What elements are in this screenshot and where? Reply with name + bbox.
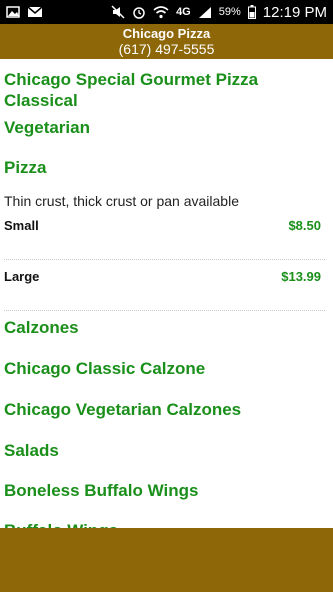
wifi-icon bbox=[153, 5, 169, 19]
battery-percent: 59% bbox=[218, 6, 241, 18]
category-buffalo-wings[interactable]: Buffalo Wings bbox=[0, 520, 333, 528]
pizza-description: Thin crust, thick crust or pan available bbox=[4, 193, 239, 209]
price-value: $13.99 bbox=[281, 268, 321, 284]
mail-icon bbox=[27, 6, 43, 18]
category-boneless-buffalo-wings[interactable]: Boneless Buffalo Wings bbox=[0, 480, 333, 501]
size-label: Small bbox=[4, 217, 39, 233]
phone-number[interactable]: (617) 497-5555 bbox=[0, 41, 333, 58]
category-salads[interactable]: Salads bbox=[0, 440, 333, 461]
clock: 12:19 PM bbox=[262, 3, 327, 21]
picture-icon bbox=[6, 6, 20, 18]
restaurant-name: Chicago Pizza bbox=[122, 26, 211, 41]
category-gourmet-pizza[interactable]: Chicago Special Gourmet Pizza Classical bbox=[0, 69, 333, 111]
size-label: Large bbox=[4, 268, 40, 284]
mute-icon bbox=[111, 5, 125, 19]
status-bar: 4G 59% 12:19 PM bbox=[0, 0, 333, 24]
category-vegetarian[interactable]: Vegetarian bbox=[0, 117, 333, 138]
category-calzones[interactable]: Calzones bbox=[0, 317, 333, 338]
category-gourmet-pizza-line1: Chicago Special Gourmet Pizza bbox=[4, 70, 259, 89]
price-row-large[interactable]: Large $13.99 bbox=[4, 267, 321, 285]
system-status-icons: 4G 59% 12:19 PM bbox=[111, 4, 327, 21]
divider bbox=[4, 310, 325, 311]
network-type: 4G bbox=[176, 6, 191, 18]
divider bbox=[4, 259, 325, 260]
menu-content[interactable]: Chicago Special Gourmet Pizza Classical … bbox=[0, 59, 333, 528]
notification-icons bbox=[6, 6, 43, 18]
price-value: $8.50 bbox=[288, 217, 321, 233]
category-pizza[interactable]: Pizza bbox=[0, 157, 333, 178]
app-header: Chicago Pizza (617) 497-5555 bbox=[0, 24, 333, 59]
signal-icon bbox=[198, 6, 212, 19]
price-row-small[interactable]: Small $8.50 bbox=[4, 216, 321, 234]
category-chicago-vegetarian-calzones[interactable]: Chicago Vegetarian Calzones bbox=[0, 399, 333, 420]
battery-icon bbox=[247, 5, 256, 19]
footer-bar bbox=[0, 528, 333, 592]
category-chicago-classic-calzone[interactable]: Chicago Classic Calzone bbox=[0, 358, 333, 379]
category-gourmet-pizza-line2: Classical bbox=[4, 91, 78, 110]
alarm-icon bbox=[132, 5, 146, 19]
